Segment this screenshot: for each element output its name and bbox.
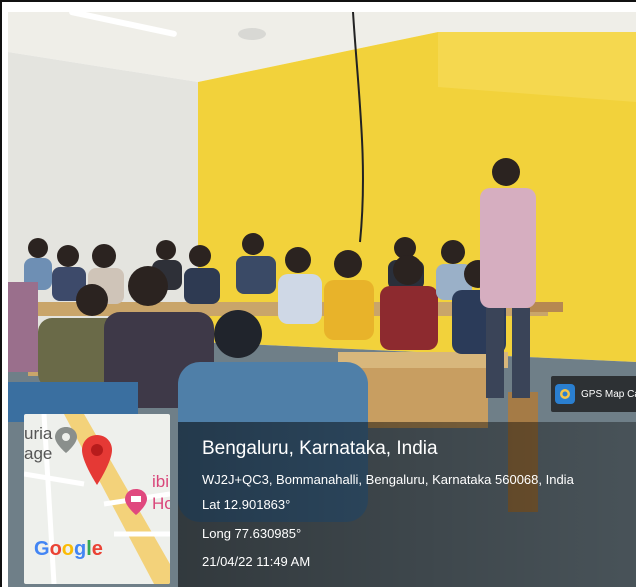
gps-map-camera-badge: GPS Map Ca [551,376,636,412]
map-label: Ho [152,494,170,513]
gps-badge-label: GPS Map Ca [581,388,636,400]
gps-map-camera-icon [555,384,575,404]
location-overlay: Bengaluru, Karnataka, India WJ2J+QC3, Bo… [178,422,636,587]
location-latitude: Lat 12.901863° [202,497,291,512]
location-datetime: 21/04/22 11:49 AM [202,554,311,569]
map-label: age [24,444,53,463]
photo-border-top [0,0,636,2]
map-label: uria [24,424,53,443]
location-title: Bengaluru, Karnataka, India [202,438,438,459]
hotel-pin-icon [125,489,147,515]
location-pin-icon [82,435,112,485]
classroom-photo: GPS Map Ca Bengaluru, Karnataka, India W… [8,12,636,587]
google-logo: Google [34,538,103,560]
mini-map: uria age ibi Ho Google [24,414,170,584]
location-address: WJ2J+QC3, Bommanahalli, Bengaluru, Karna… [202,472,574,487]
location-longitude: Long 77.630985° [202,526,302,541]
map-label: ibi [152,472,170,491]
location-pin-icon [55,427,77,453]
photo-border-left [0,0,2,587]
